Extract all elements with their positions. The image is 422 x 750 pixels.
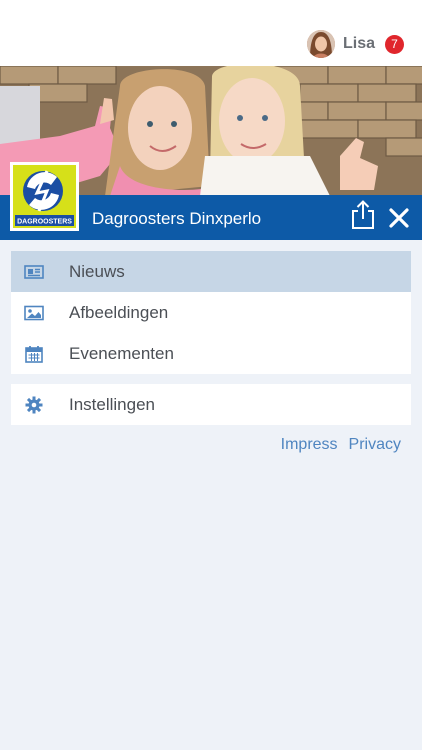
menu-item-label: Nieuws xyxy=(69,261,125,281)
impress-link[interactable]: Impress xyxy=(281,436,338,454)
menu-item-instellingen[interactable]: Instellingen xyxy=(11,384,411,425)
footer-links: Impress Privacy xyxy=(270,436,401,454)
main-menu: Nieuws Afbeeldingen Evenementen xyxy=(11,251,411,374)
close-button[interactable] xyxy=(387,206,411,230)
newspaper-icon xyxy=(24,262,44,282)
image-icon xyxy=(24,303,44,323)
org-name: Dagroosters Dinxperlo xyxy=(92,209,262,228)
menu-item-label: Instellingen xyxy=(69,394,156,414)
share-icon xyxy=(350,200,376,234)
menu-item-label: Afbeeldingen xyxy=(69,302,169,322)
close-icon xyxy=(387,208,411,234)
top-bar: Lisa 7 xyxy=(0,0,422,66)
org-logo: DAGROOSTERS xyxy=(10,162,79,231)
settings-menu: Instellingen xyxy=(11,384,411,425)
menu-item-nieuws[interactable]: Nieuws xyxy=(11,251,411,292)
menu-item-evenementen[interactable]: Evenementen xyxy=(11,333,411,374)
menu-item-afbeeldingen[interactable]: Afbeeldingen xyxy=(11,292,411,333)
notification-badge[interactable]: 7 xyxy=(385,34,404,54)
user-profile[interactable]: Lisa 7 xyxy=(306,29,404,59)
avatar[interactable] xyxy=(306,30,335,58)
logo-lettering: DAGROOSTERS xyxy=(17,219,72,226)
calendar-icon xyxy=(24,344,44,364)
privacy-link[interactable]: Privacy xyxy=(349,436,401,454)
gear-icon xyxy=(24,395,44,415)
user-name: Lisa xyxy=(342,35,375,52)
share-button[interactable] xyxy=(350,200,376,230)
menu-item-label: Evenementen xyxy=(69,343,174,363)
